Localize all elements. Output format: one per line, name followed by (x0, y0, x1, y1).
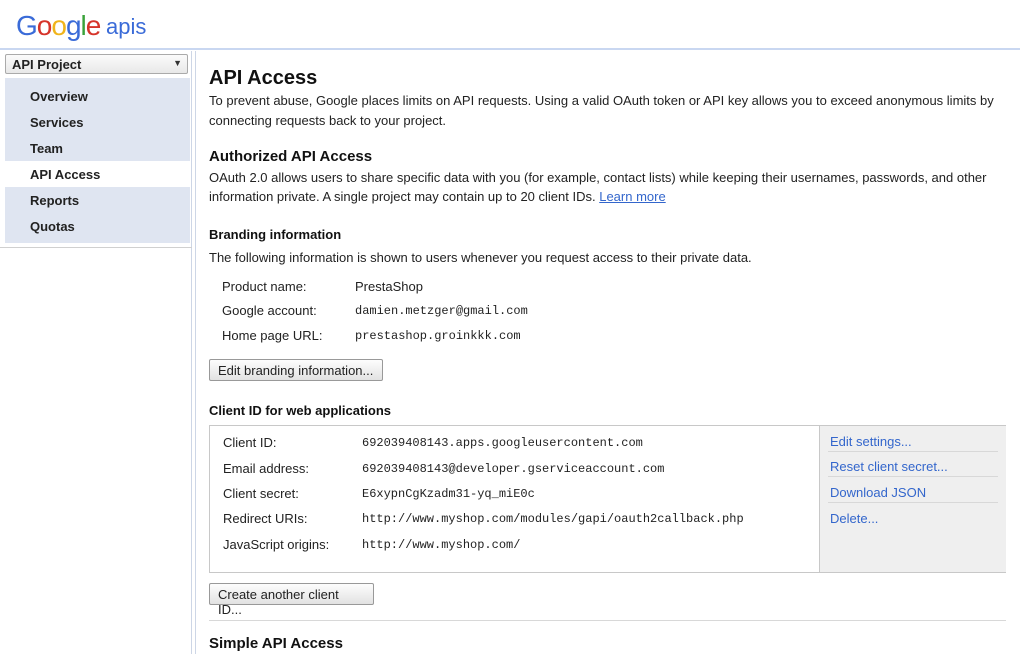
redirect-uris-label: Redirect URIs: (223, 511, 308, 526)
email-address-label: Email address: (223, 461, 309, 476)
product-name-label: Product name: (222, 279, 307, 294)
client-id-heading: Client ID for web applications (209, 403, 392, 418)
sidebar-item-label: Team (30, 141, 63, 156)
apis-label: apis (106, 14, 147, 39)
javascript-origins-value: http://www.myshop.com/ (362, 538, 521, 552)
download-json-link[interactable]: Download JSON (830, 485, 926, 500)
logo-letter: G (16, 10, 38, 41)
edit-settings-link[interactable]: Edit settings... (830, 434, 912, 449)
email-address-value: 692039408143@developer.gserviceaccount.c… (362, 462, 665, 476)
sidebar-item-label: API Access (30, 167, 101, 182)
authorized-text-line-2: information private. A single project ma… (209, 189, 666, 204)
simple-api-access-heading: Simple API Access (209, 635, 343, 652)
project-selector-label: API Project (12, 57, 82, 72)
sidebar-item-label: Services (30, 115, 84, 130)
branding-description: The following information is shown to us… (209, 250, 752, 265)
sidebar-item-team[interactable]: Team (5, 135, 190, 161)
project-selector[interactable]: API Project ▼ (5, 54, 188, 74)
product-name-value: PrestaShop (355, 279, 423, 294)
sidebar-item-label: Reports (30, 193, 80, 208)
client-actions-panel: Edit settings... Reset client secret... … (819, 426, 1006, 572)
sidebar-item-services[interactable]: Services (5, 109, 190, 135)
action-divider (828, 451, 998, 452)
dropdown-arrow-icon: ▼ (173, 58, 182, 68)
sidebar-divider (0, 247, 192, 248)
home-page-url-label: Home page URL: (222, 328, 323, 343)
logo-letter: e (85, 10, 102, 41)
sidebar-nav: Overview Services Team API Access Report… (5, 78, 190, 243)
redirect-uris-value: http://www.myshop.com/modules/gapi/oauth… (362, 512, 744, 526)
sidebar-item-reports[interactable]: Reports (5, 187, 190, 213)
intro-text-line-1: To prevent abuse, Google places limits o… (209, 93, 994, 108)
action-divider (828, 502, 998, 503)
client-id-label: Client ID: (223, 435, 277, 450)
header: Google apis (0, 0, 1020, 50)
sidebar-item-api-access[interactable]: API Access (5, 161, 190, 187)
sidebar-item-label: Overview (30, 89, 88, 104)
sidebar-item-quotas[interactable]: Quotas (5, 213, 190, 239)
client-id-value: 692039408143.apps.googleusercontent.com (362, 436, 643, 450)
sidebar-item-label: Quotas (30, 219, 75, 234)
create-client-id-button[interactable]: Create another client ID... (209, 583, 374, 617)
content-border (195, 51, 196, 654)
logo-letter: o (51, 10, 67, 41)
authorized-text-line-1: OAuth 2.0 allows users to share specific… (209, 170, 987, 185)
google-account-label: Google account: (222, 303, 317, 318)
page-title: API Access (209, 67, 318, 89)
intro-text-line-2: connecting requests back to your project… (209, 113, 447, 128)
reset-client-secret-link[interactable]: Reset client secret... (830, 459, 948, 474)
client-secret-value: E6xypnCgKzadm31-yq_miE0c (362, 487, 535, 501)
authorized-access-heading: Authorized API Access (209, 148, 373, 165)
action-divider (828, 476, 998, 477)
section-divider (209, 620, 1006, 621)
delete-client-link[interactable]: Delete... (830, 511, 878, 526)
javascript-origins-label: JavaScript origins: (223, 537, 330, 552)
edit-branding-button[interactable]: Edit branding information... (209, 359, 383, 381)
sidebar: API Project ▼ Overview Services Team API… (0, 51, 192, 654)
learn-more-link[interactable]: Learn more (599, 189, 665, 204)
home-page-url-value: prestashop.groinkkk.com (355, 329, 521, 343)
google-account-value: damien.metzger@gmail.com (355, 304, 528, 318)
sidebar-item-overview[interactable]: Overview (5, 83, 190, 109)
header-divider (0, 48, 1020, 50)
client-secret-label: Client secret: (223, 486, 299, 501)
authorized-text: information private. A single project ma… (209, 189, 596, 204)
google-logo[interactable]: Google (16, 9, 102, 43)
logo-letter: o (36, 10, 53, 41)
branding-heading: Branding information (209, 227, 342, 242)
logo-letter: g (65, 10, 82, 41)
